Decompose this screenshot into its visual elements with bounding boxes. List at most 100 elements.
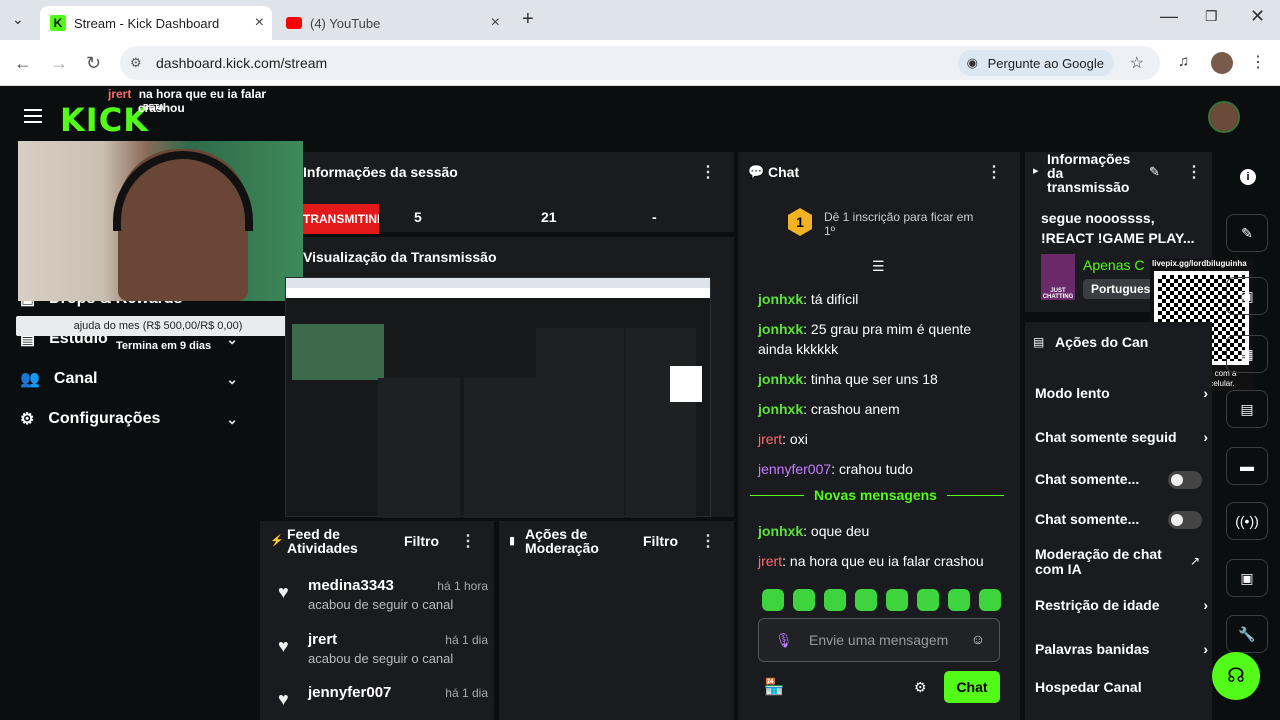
rail-tools-button[interactable]: 🔧 <box>1226 615 1268 653</box>
category-name[interactable]: Apenas C <box>1083 257 1144 273</box>
goal-end: Termina em 9 dias <box>116 340 212 352</box>
emote-icon[interactable] <box>948 589 970 611</box>
setting-host-channel[interactable]: Hospedar Canal <box>1035 679 1200 695</box>
emote-icon[interactable] <box>917 589 939 611</box>
setting-label: Palavras banidas <box>1035 641 1150 657</box>
layout-icon: ▣ <box>1240 287 1254 304</box>
more-options-icon[interactable]: ⋮ <box>700 162 716 182</box>
tab-title: (4) YouTube <box>310 15 381 31</box>
stream-preview-title: Visualização da Transmissão <box>303 249 497 265</box>
more-options-icon[interactable]: ⋮ <box>1186 162 1202 182</box>
emote-icon[interactable] <box>886 589 908 611</box>
video-icon: ▣ <box>1240 569 1254 586</box>
more-options-icon[interactable]: ⋮ <box>460 531 476 551</box>
chat-user[interactable]: jennyfer007 <box>758 461 831 477</box>
back-icon[interactable]: ← <box>14 53 32 74</box>
edit-pencil-icon[interactable]: ✎ <box>1149 164 1160 180</box>
chat-bubble-icon: 💬 <box>748 164 765 179</box>
setting-followers-only[interactable]: Chat somente seguid › <box>1035 429 1208 445</box>
webcam-overlay <box>18 141 303 301</box>
chat-text: tinha que ser uns 18 <box>810 371 938 387</box>
bookmark-star-icon[interactable]: ☆ <box>1130 53 1144 73</box>
moderation-filter-button[interactable]: Filtro <box>643 533 678 549</box>
send-chat-button[interactable]: Chat <box>944 671 1000 703</box>
chat-user[interactable]: jonhxk <box>758 523 803 539</box>
emote-icon[interactable] <box>979 589 1001 611</box>
chat-user[interactable]: jonhxk <box>758 291 803 307</box>
chevron-right-icon: › <box>1203 597 1208 613</box>
goal-text: ajuda do mes (R$ 500,00/R$ 0,00) <box>73 320 243 332</box>
activity-desc: acabou de seguir o canal <box>308 651 454 666</box>
activity-filter-button[interactable]: Filtro <box>404 533 439 549</box>
external-link-icon[interactable]: ↗ <box>1190 554 1200 568</box>
emote-icon[interactable] <box>793 589 815 611</box>
setting-ai-moderation[interactable]: Moderação de chat com IA <box>1035 547 1175 577</box>
kick-favicon-icon: K <box>50 15 66 31</box>
rail-edit-button[interactable]: ✎ <box>1226 214 1268 252</box>
minimize-icon[interactable]: — <box>1160 6 1178 27</box>
tab-list-chevron-icon[interactable]: ⌄ <box>12 11 24 28</box>
chat-message: jonhxk: tinha que ser uns 18 <box>758 371 938 387</box>
profile-avatar[interactable] <box>1211 52 1233 74</box>
chat-filter-icon[interactable]: ☰ <box>872 258 885 275</box>
close-window-icon[interactable]: ✕ <box>1250 6 1265 27</box>
more-options-icon[interactable]: ⋮ <box>700 531 716 551</box>
notes-icon: ▤ <box>1240 400 1254 417</box>
user-avatar[interactable] <box>1208 101 1240 133</box>
chat-message: jonhxk: crashou anem <box>758 401 900 417</box>
setting-age-restriction[interactable]: Restrição de idade › <box>1035 597 1208 613</box>
chat-settings-icon[interactable]: ⚙ <box>914 679 927 696</box>
sidebar-item-canal[interactable]: 👥 Canal ⌄ <box>20 369 238 389</box>
emote-icon[interactable] <box>855 589 877 611</box>
chevron-down-icon: ⌄ <box>226 410 238 427</box>
activity-desc: acabou de seguir o canal <box>308 597 454 612</box>
microphone-icon[interactable]: 🎙 <box>775 632 793 649</box>
rail-notes-button[interactable]: ▤ <box>1226 390 1268 428</box>
emote-icon[interactable] <box>824 589 846 611</box>
ask-google-button[interactable]: ◉ Pergunte ao Google <box>957 50 1114 76</box>
toggle-chat-only-1[interactable] <box>1168 471 1202 489</box>
site-info-icon[interactable]: ⚙ <box>130 55 142 71</box>
forward-icon[interactable]: → <box>50 53 68 74</box>
emote-icon[interactable] <box>762 589 784 611</box>
store-icon[interactable]: 🏪 <box>764 677 784 697</box>
info-circle-icon[interactable]: i <box>1240 169 1256 185</box>
chat-message: jrert: oxi <box>758 431 808 447</box>
media-control-icon[interactable]: ♫ <box>1178 53 1189 70</box>
emoji-picker-icon[interactable]: ☺ <box>971 631 985 647</box>
browser-menu-icon[interactable]: ⋮ <box>1250 52 1266 72</box>
chat-text: crashou anem <box>810 401 900 417</box>
google-lens-icon: ◉ <box>966 55 978 70</box>
rail-video-button[interactable]: ▣ <box>1226 559 1268 597</box>
stream-preview-video[interactable] <box>285 277 711 518</box>
close-tab-icon[interactable]: × <box>255 14 264 32</box>
more-options-icon[interactable]: ⋮ <box>986 162 1002 182</box>
address-bar[interactable]: ⚙ dashboard.kick.com/stream ◉ Pergunte a… <box>120 46 1160 80</box>
close-tab-icon[interactable]: × <box>491 14 500 32</box>
new-tab-icon[interactable]: + <box>522 8 534 31</box>
info-icon: ▸ <box>1033 165 1039 177</box>
rail-button-2[interactable]: ▣ <box>1226 277 1268 315</box>
tab-youtube[interactable]: (4) YouTube × <box>276 6 508 40</box>
rail-button-3[interactable]: ▦ <box>1226 335 1268 373</box>
rail-chat-button[interactable]: ▬ <box>1226 447 1268 485</box>
sidebar-item-configuracoes[interactable]: ⚙ Configurações ⌄ <box>20 409 238 429</box>
reload-icon[interactable]: ↻ <box>86 53 101 74</box>
toggle-chat-only-2[interactable] <box>1168 511 1202 529</box>
ask-google-label: Pergunte ao Google <box>987 55 1104 71</box>
chat-user[interactable]: jonhxk <box>758 401 803 417</box>
chat-user[interactable]: jrert <box>758 431 782 447</box>
chevron-right-icon: › <box>1203 429 1208 445</box>
support-headset-button[interactable]: ☊ <box>1212 652 1260 700</box>
setting-slow-mode[interactable]: Modo lento › <box>1035 385 1208 401</box>
chat-user[interactable]: jonhxk <box>758 321 803 337</box>
chat-user[interactable]: jrert <box>758 553 782 569</box>
chat-user[interactable]: jonhxk <box>758 371 803 387</box>
chevron-down-icon: ⌄ <box>226 370 238 387</box>
maximize-icon[interactable]: ❐ <box>1205 8 1218 25</box>
rail-broadcast-button[interactable]: ((•)) <box>1226 502 1268 540</box>
setting-banned-words[interactable]: Palavras banidas › <box>1035 641 1208 657</box>
tab-kick-dashboard[interactable]: K Stream - Kick Dashboard × <box>40 6 272 40</box>
chat-text: tá difícil <box>810 291 859 307</box>
chat-input[interactable]: 🎙 Envie uma mensagem ☺ <box>758 618 1000 662</box>
